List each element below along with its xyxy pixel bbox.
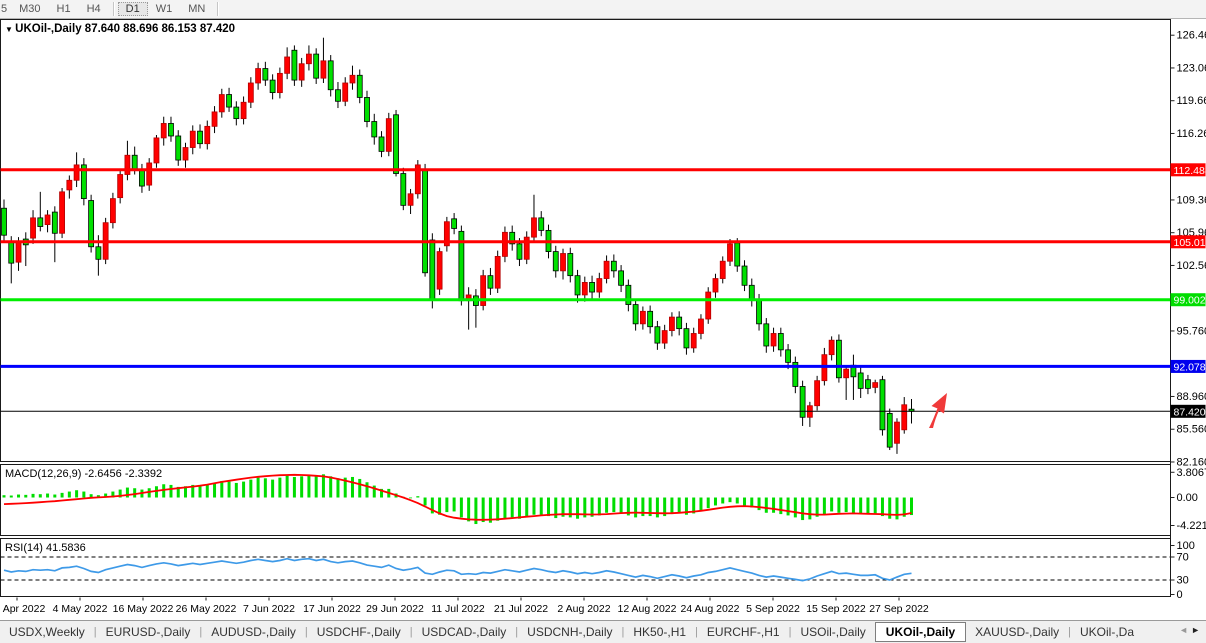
symbol-tab-eurusd-daily[interactable]: EURUSD-,Daily [97,622,200,642]
date-label: 2 Aug 2022 [557,603,610,615]
date-label: 12 Aug 2022 [618,603,677,615]
macd-tick--4.221: -4.221 [1177,520,1206,532]
date-label: 26 May 2022 [176,603,237,615]
price-tick-109.360: 109.360 [1177,194,1206,206]
date-label: 27 Sep 2022 [869,603,929,615]
macd-tick-3.8067: 3.8067 [1177,467,1206,479]
date-label: 5 Sep 2022 [746,603,800,615]
date-label: 17 Jun 2022 [303,603,361,615]
date-label: 22 Apr 2022 [0,603,45,615]
date-label: 4 May 2022 [53,603,108,615]
price-tick-85.560: 85.560 [1177,424,1206,436]
timeframe-button-MN[interactable]: MN [180,2,213,16]
price-tag-text: 105.015 [1174,237,1206,249]
price-tick-119.660: 119.660 [1177,95,1206,107]
trading-terminal: 5M30H1H4D1W1MN 126.460123.060119.660116.… [0,0,1206,643]
date-label: 16 May 2022 [113,603,174,615]
symbol-tab-ukoil-da[interactable]: UKOil-,Da [1071,622,1143,642]
macd-tick-0.00: 0.00 [1177,492,1198,504]
symbol-tab-usdcad-daily[interactable]: USDCAD-,Daily [413,622,516,642]
rsi-panel[interactable] [1,539,1171,597]
symbol-tab-ukoil-daily[interactable]: UKOil-,Daily [875,622,966,642]
price-tick-102.560: 102.560 [1177,260,1206,272]
timeframe-button-H4[interactable]: H4 [79,2,109,16]
timeframe-button-W1[interactable]: W1 [148,2,181,16]
chart-canvas[interactable]: 126.460123.060119.660116.260109.360105.9… [0,0,1206,643]
timeframe-button-D1[interactable]: D1 [118,2,148,16]
price-tag-text: 112.488 [1174,165,1206,177]
symbol-tab-xauusd-daily[interactable]: XAUUSD-,Daily [966,622,1068,642]
date-label: 29 Jun 2022 [366,603,424,615]
price-tag-text: 99.002 [1174,295,1206,307]
symbol-tab-usoil-daily[interactable]: USOil-,Daily [791,622,874,642]
price-tick-126.460: 126.460 [1177,30,1206,42]
price-tick-116.260: 116.260 [1177,128,1206,140]
rsi-tick-0: 0 [1177,589,1183,601]
price-axis[interactable]: 126.460123.060119.660116.260109.360105.9… [1171,20,1206,602]
price-tick-95.760: 95.760 [1177,325,1206,337]
toolbar-separator [217,2,218,16]
symbol-tab-usdchf-daily[interactable]: USDCHF-,Daily [308,622,410,642]
symbol-tab-hk50-h1[interactable]: HK50-,H1 [624,622,695,642]
price-tag-text: 92.078 [1174,361,1206,373]
date-label: 24 Aug 2022 [681,603,740,615]
date-label: 21 Jul 2022 [494,603,548,615]
symbol-tab-usdx-weekly[interactable]: USDX,Weekly [0,622,94,642]
rsi-tick-100: 100 [1177,540,1195,552]
tab-scroll-buttons: ◄► [1179,625,1203,635]
tab-scroll-right-icon[interactable]: ► [1191,625,1203,635]
price-tick-88.960: 88.960 [1177,391,1206,403]
date-axis[interactable]: 22 Apr 2022 4 May 2022 16 May 202226 May 2… [0,598,929,616]
date-label: 7 Jun 2022 [243,603,295,615]
price-tag-text: 87.420 [1174,406,1206,418]
symbol-tab-usdcnh-daily[interactable]: USDCNH-,Daily [518,622,621,642]
symbol-tab-audusd-daily[interactable]: AUDUSD-,Daily [202,622,305,642]
timeframe-toolbar: 5M30H1H4 D1W1MN [0,0,1206,19]
chart-title: ▼ UKOil-,Daily 87.640 88.696 86.153 87.4… [5,23,235,35]
macd-label: MACD(12,26,9) -2.6456 -2.3392 [5,468,162,480]
rsi-tick-70: 70 [1177,552,1189,564]
tab-scroll-left-icon[interactable]: ◄ [1179,625,1191,635]
timeframe-button-H1[interactable]: H1 [49,2,79,16]
date-label: 11 Jul 2022 [431,603,485,615]
toolbar-separator [113,2,114,16]
timeframe-button-5[interactable]: 5 [0,2,11,16]
timeframe-button-M30[interactable]: M30 [11,2,48,16]
symbol-tabbar: USDX,Weekly|EURUSD-,Daily|AUDUSD-,Daily|… [0,620,1206,643]
symbol-tab-eurchf-h1[interactable]: EURCHF-,H1 [698,622,789,642]
date-label: 15 Sep 2022 [806,603,866,615]
rsi-tick-30: 30 [1177,575,1189,587]
price-tick-123.060: 123.060 [1177,62,1206,74]
rsi-label: RSI(14) 41.5836 [5,542,86,554]
